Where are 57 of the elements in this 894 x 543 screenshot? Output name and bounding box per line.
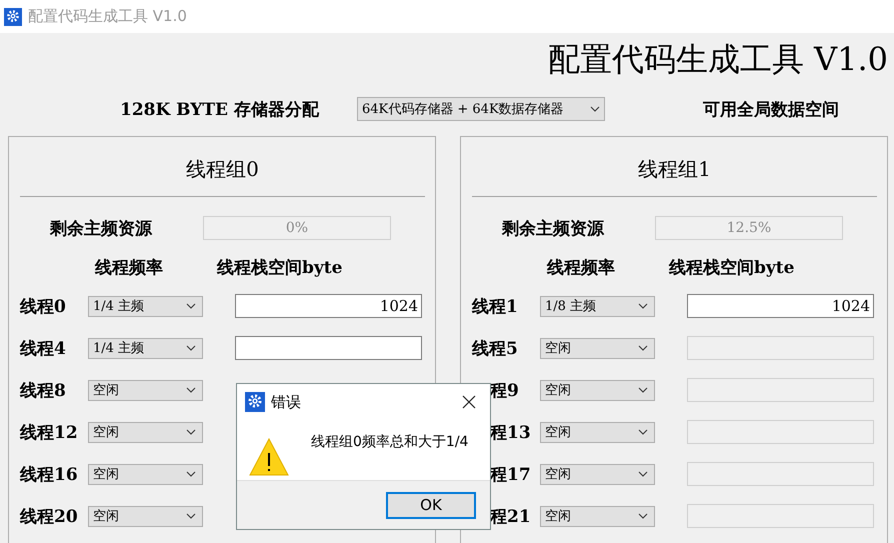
chevron-icon: [638, 429, 648, 435]
thread-label: 程9: [489, 380, 520, 402]
window-title: 配置代码生成工具 V1.0: [28, 7, 187, 26]
chevron-icon: [638, 387, 648, 393]
memory-label: 128K BYTE 存储器分配: [120, 98, 320, 120]
chevron-icon: [638, 513, 648, 519]
remaining-field: 12.5%: [655, 216, 843, 240]
stack-size-field[interactable]: [235, 336, 422, 360]
chevron-icon: [186, 303, 196, 309]
ok-button[interactable]: OK: [386, 492, 476, 518]
chevron-icon: [590, 106, 600, 112]
stack-size-field[interactable]: 1024: [687, 294, 874, 318]
close-icon[interactable]: [462, 395, 476, 409]
memory-dropdown[interactable]: 64K代码存储器 + 64K数据存储器: [357, 97, 605, 121]
column-header: 线程栈空间byte: [217, 256, 342, 278]
chevron-icon: [638, 303, 648, 309]
chevron-icon: [638, 345, 648, 351]
frequency-dropdown[interactable]: 1/4 主频: [88, 296, 203, 316]
thread-label: 程13: [489, 422, 532, 444]
chevron-icon: [638, 471, 648, 477]
thread-label: 线程20: [20, 506, 79, 528]
thread-label: 线程1: [472, 296, 519, 318]
chevron-icon: [186, 345, 196, 351]
thread-label: 线程4: [20, 338, 67, 360]
thread-label: 线程5: [472, 338, 519, 360]
group-title: 线程组1: [637, 156, 712, 182]
frequency-dropdown[interactable]: 1/8 主频: [540, 296, 655, 316]
error-message: 线程组0频率总和大于1/4: [311, 433, 468, 451]
app-title: 配置代码生成工具 V1.0: [548, 39, 888, 79]
frequency-dropdown[interactable]: 空闲: [88, 506, 203, 526]
frequency-dropdown[interactable]: 1/4 主频: [88, 338, 203, 358]
dialog-icon: [245, 392, 265, 412]
thread-label: 线程16: [20, 464, 79, 486]
thread-label: 线程8: [20, 380, 67, 402]
global-space-label: 可用全局数据空间: [703, 98, 839, 120]
group-title: 线程组0: [185, 156, 260, 182]
stack-size-field[interactable]: 1024: [235, 294, 422, 318]
column-header: 线程频率: [547, 256, 616, 278]
column-header: 线程频率: [95, 256, 164, 278]
frequency-dropdown[interactable]: 空闲: [88, 422, 203, 442]
thread-label: 线程12: [20, 422, 79, 444]
remaining-label: 剩余主频资源: [50, 218, 154, 240]
warning-icon: [249, 437, 289, 477]
remaining-field: 0%: [203, 216, 391, 240]
column-header: 线程栈空间byte: [669, 256, 794, 278]
chevron-icon: [186, 513, 196, 519]
remaining-label: 剩余主频资源: [502, 218, 606, 240]
chevron-icon: [186, 429, 196, 435]
frequency-dropdown[interactable]: 空闲: [88, 464, 203, 484]
thread-label: 程21: [489, 506, 532, 528]
thread-label: 程17: [489, 464, 532, 486]
app-icon: [4, 8, 22, 26]
chevron-icon: [186, 387, 196, 393]
thread-label: 线程0: [20, 296, 67, 318]
chevron-icon: [186, 471, 196, 477]
dialog-title: 错误: [271, 392, 302, 412]
frequency-dropdown[interactable]: 空闲: [88, 380, 203, 400]
